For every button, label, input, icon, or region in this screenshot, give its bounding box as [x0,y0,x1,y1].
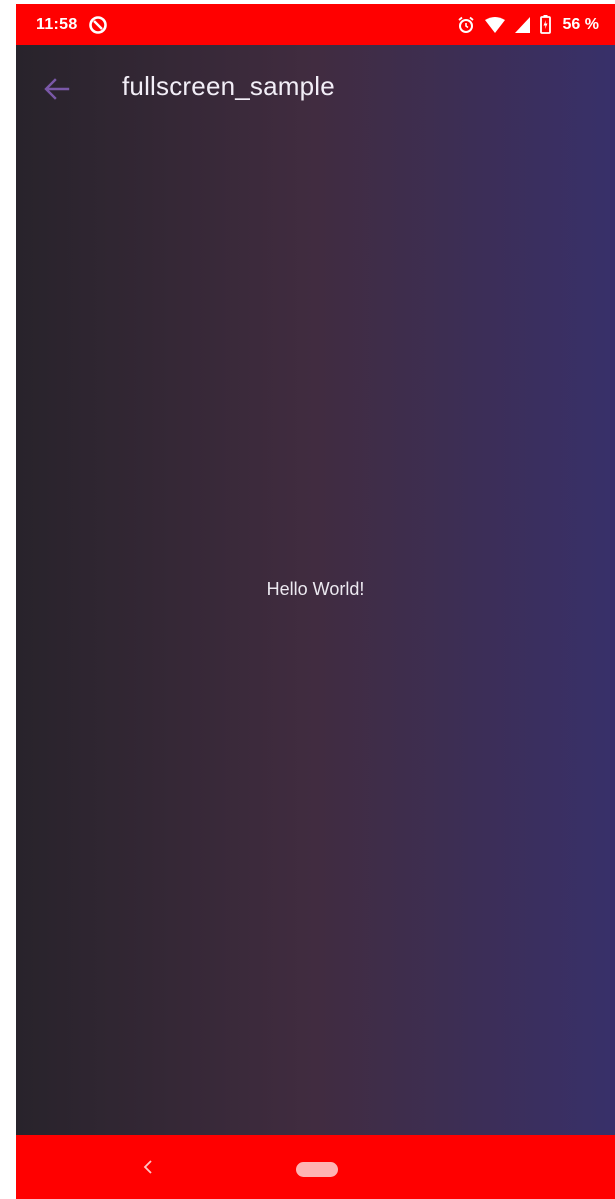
alarm-icon [457,16,475,34]
phone-screen: 11:58 56 % fullscreen_sample Hello World… [16,4,615,1199]
back-chevron-icon [143,1160,153,1174]
app-bar-title: fullscreen_sample [122,71,335,101]
back-button[interactable] [40,72,74,106]
battery-percent: 56 % [562,15,599,33]
arrow-back-icon [44,78,70,100]
main-content: fullscreen_sample Hello World! [16,45,615,1135]
status-bar: 11:58 56 % [16,4,615,45]
navigation-bar [16,1135,615,1199]
cellular-signal-icon [514,16,530,33]
status-right: 56 % [457,15,599,34]
status-left: 11:58 [36,15,108,35]
status-time: 11:58 [36,15,78,33]
data-saver-icon [88,15,108,35]
nav-back-button[interactable] [136,1155,160,1179]
hello-world-text: Hello World! [266,579,365,599]
home-pill[interactable] [296,1162,338,1177]
wifi-icon [484,16,505,33]
app-bar: fullscreen_sample [16,45,615,131]
battery-charging-icon [539,15,551,34]
